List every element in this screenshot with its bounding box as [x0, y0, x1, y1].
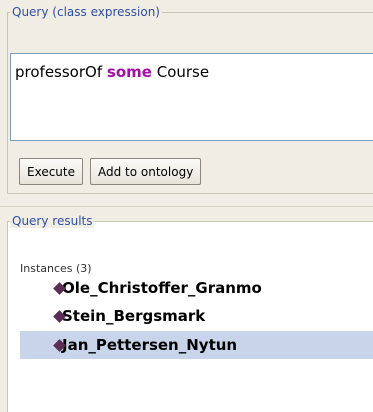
add-to-ontology-button[interactable]: Add to ontology	[90, 158, 202, 185]
query-group-title: Query (class expression)	[10, 5, 162, 19]
query-group: Query (class expression) professorOf som…	[7, 5, 373, 194]
result-item-stein-bergsmark[interactable]: Stein_Bergsmark	[20, 302, 373, 330]
expression-keyword: some	[106, 63, 152, 81]
execute-button[interactable]: Execute	[19, 158, 83, 185]
expression-class: Course	[156, 63, 210, 81]
results-list: Instances (3) Ole_Christoffer_Granmo Ste…	[8, 222, 373, 412]
result-item-jan-pettersen-nytun[interactable]: Jan_Pettersen_Nytun	[20, 331, 373, 359]
result-item-label: Jan_Pettersen_Nytun	[62, 336, 238, 354]
dl-query-view: Query (class expression) professorOf som…	[0, 0, 373, 412]
query-buttons: Execute Add to ontology	[19, 158, 202, 185]
result-item-ole-christoffer-granmo[interactable]: Ole_Christoffer_Granmo	[20, 274, 373, 302]
result-item-label: Stein_Bergsmark	[62, 307, 206, 325]
expression-property: professorOf	[15, 63, 103, 81]
panel-divider[interactable]	[0, 206, 373, 207]
query-expression-editor[interactable]: professorOf some Course	[10, 53, 373, 141]
results-group: Query results Instances (3) Ole_Christof…	[7, 214, 373, 412]
result-item-label: Ole_Christoffer_Granmo	[62, 279, 262, 297]
